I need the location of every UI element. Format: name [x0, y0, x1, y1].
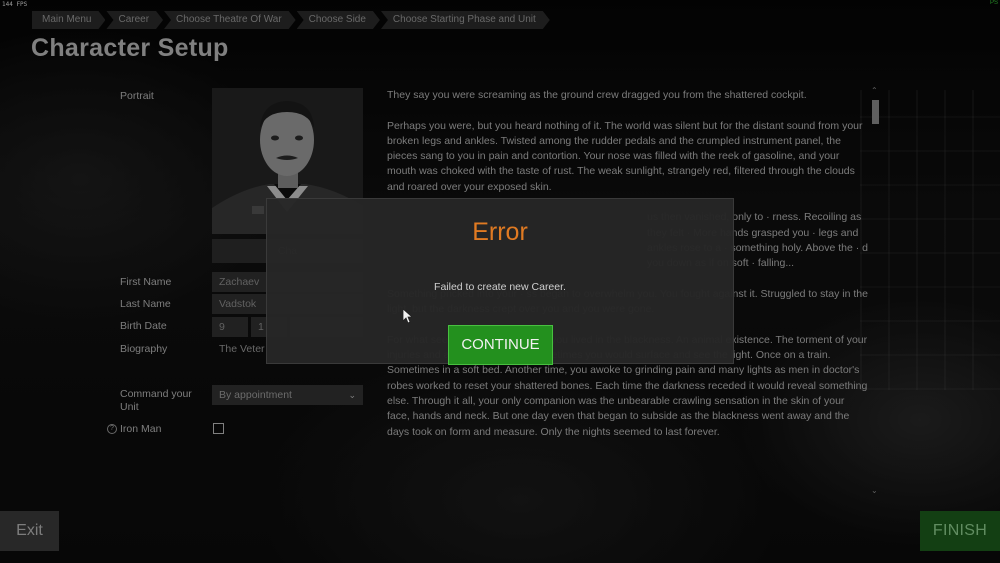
dialog-message: Failed to create new Career.: [434, 281, 566, 293]
mouse-cursor-icon: [402, 308, 412, 324]
error-dialog: Error Failed to create new Career. CONTI…: [266, 198, 734, 365]
continue-button[interactable]: CONTINUE: [448, 325, 553, 365]
dialog-title: Error: [472, 218, 528, 246]
